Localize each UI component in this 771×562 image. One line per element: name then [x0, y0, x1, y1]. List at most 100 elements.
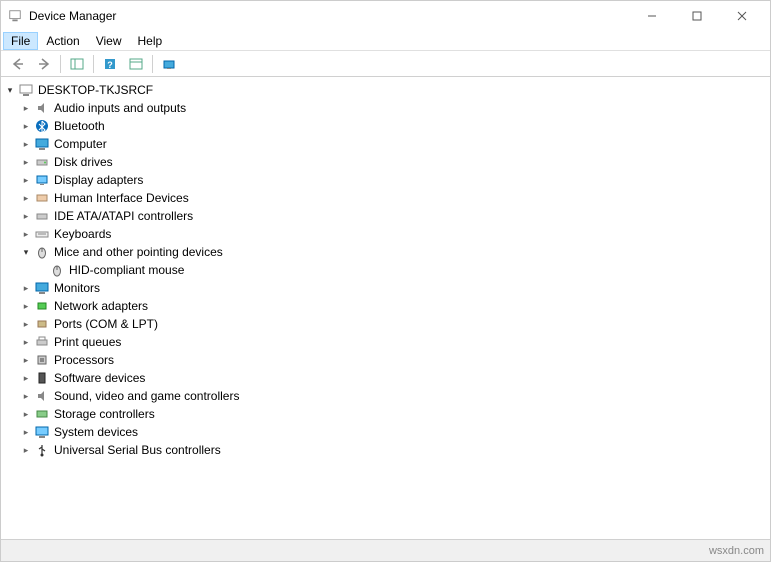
category-label: Display adapters — [54, 171, 143, 189]
statusbar: wsxdn.com — [1, 539, 770, 561]
window-controls — [629, 1, 764, 31]
close-button[interactable] — [719, 1, 764, 31]
collapse-arrow-icon[interactable]: ▸ — [19, 173, 33, 187]
system-icon — [34, 424, 50, 440]
properties-button[interactable] — [124, 53, 148, 75]
category-label: System devices — [54, 423, 138, 441]
collapse-arrow-icon[interactable]: ▸ — [19, 371, 33, 385]
separator — [93, 55, 94, 73]
collapse-arrow-icon[interactable]: ▸ — [19, 227, 33, 241]
category-label: IDE ATA/ATAPI controllers — [54, 207, 193, 225]
usb-icon — [34, 442, 50, 458]
collapse-arrow-icon[interactable]: ▸ — [19, 281, 33, 295]
svg-text:?: ? — [107, 60, 113, 70]
collapse-arrow-icon[interactable]: ▸ — [19, 389, 33, 403]
printer-icon — [34, 334, 50, 350]
toolbar: ? — [1, 51, 770, 77]
category-label: Keyboards — [54, 225, 111, 243]
hid-icon — [34, 190, 50, 206]
category-label: Human Interface Devices — [54, 189, 189, 207]
separator — [152, 55, 153, 73]
category-label: Network adapters — [54, 297, 148, 315]
mouse-icon — [49, 262, 65, 278]
collapse-arrow-icon[interactable]: ▸ — [19, 191, 33, 205]
menu-view[interactable]: View — [88, 32, 130, 50]
keyboard-icon — [34, 226, 50, 242]
monitor-icon — [34, 136, 50, 152]
storage-icon — [34, 406, 50, 422]
display-adapter-icon — [34, 172, 50, 188]
network-icon — [34, 298, 50, 314]
software-icon — [34, 370, 50, 386]
category-ports[interactable]: ▸ Ports (COM & LPT) — [3, 315, 768, 333]
category-audio[interactable]: ▸ Audio inputs and outputs — [3, 99, 768, 117]
category-keyboards[interactable]: ▸ Keyboards — [3, 225, 768, 243]
collapse-arrow-icon[interactable]: ▸ — [19, 209, 33, 223]
category-computer[interactable]: ▸ Computer — [3, 135, 768, 153]
category-ide[interactable]: ▸ IDE ATA/ATAPI controllers — [3, 207, 768, 225]
category-usb[interactable]: ▸ Universal Serial Bus controllers — [3, 441, 768, 459]
collapse-arrow-icon[interactable]: ▸ — [19, 299, 33, 313]
category-monitors[interactable]: ▸ Monitors — [3, 279, 768, 297]
expand-arrow-icon[interactable]: ▾ — [3, 83, 17, 97]
category-display[interactable]: ▸ Display adapters — [3, 171, 768, 189]
category-software[interactable]: ▸ Software devices — [3, 369, 768, 387]
category-label: Universal Serial Bus controllers — [54, 441, 221, 459]
category-label: Audio inputs and outputs — [54, 99, 186, 117]
titlebar: Device Manager — [1, 1, 770, 31]
category-storage[interactable]: ▸ Storage controllers — [3, 405, 768, 423]
category-network[interactable]: ▸ Network adapters — [3, 297, 768, 315]
category-system[interactable]: ▸ System devices — [3, 423, 768, 441]
menu-action[interactable]: Action — [38, 32, 87, 50]
category-printqueues[interactable]: ▸ Print queues — [3, 333, 768, 351]
monitor-icon — [34, 280, 50, 296]
category-processors[interactable]: ▸ Processors — [3, 351, 768, 369]
cpu-icon — [34, 352, 50, 368]
menubar: File Action View Help — [1, 31, 770, 51]
collapse-arrow-icon[interactable]: ▸ — [19, 425, 33, 439]
app-icon — [7, 8, 23, 24]
show-hide-console-button[interactable] — [65, 53, 89, 75]
collapse-arrow-icon[interactable]: ▸ — [19, 335, 33, 349]
computer-icon — [18, 82, 34, 98]
category-label: Ports (COM & LPT) — [54, 315, 158, 333]
collapse-arrow-icon[interactable]: ▸ — [19, 443, 33, 457]
device-tree[interactable]: ▾ DESKTOP-TKJSRCF ▸ Audio inputs and out… — [1, 77, 770, 539]
category-hid[interactable]: ▸ Human Interface Devices — [3, 189, 768, 207]
collapse-arrow-icon[interactable]: ▸ — [19, 353, 33, 367]
speaker-icon — [34, 388, 50, 404]
collapse-arrow-icon[interactable]: ▸ — [19, 101, 33, 115]
collapse-arrow-icon[interactable]: ▸ — [19, 407, 33, 421]
bluetooth-icon — [34, 118, 50, 134]
tree-root[interactable]: ▾ DESKTOP-TKJSRCF — [3, 81, 768, 99]
collapse-arrow-icon[interactable]: ▸ — [19, 317, 33, 331]
window-title: Device Manager — [29, 9, 629, 23]
collapse-arrow-icon[interactable]: ▸ — [19, 155, 33, 169]
root-label: DESKTOP-TKJSRCF — [38, 81, 153, 99]
collapse-arrow-icon[interactable]: ▸ — [19, 137, 33, 151]
category-label: Computer — [54, 135, 107, 153]
minimize-button[interactable] — [629, 1, 674, 31]
category-label: Bluetooth — [54, 117, 105, 135]
category-sound[interactable]: ▸ Sound, video and game controllers — [3, 387, 768, 405]
category-mice[interactable]: ▾ Mice and other pointing devices — [3, 243, 768, 261]
menu-file[interactable]: File — [3, 32, 38, 50]
back-button[interactable] — [6, 53, 30, 75]
ports-icon — [34, 316, 50, 332]
category-label: Mice and other pointing devices — [54, 243, 223, 261]
device-label: HID-compliant mouse — [69, 261, 184, 279]
collapse-arrow-icon[interactable]: ▸ — [19, 119, 33, 133]
menu-help[interactable]: Help — [130, 32, 171, 50]
forward-button[interactable] — [32, 53, 56, 75]
speaker-icon — [34, 100, 50, 116]
category-disk[interactable]: ▸ Disk drives — [3, 153, 768, 171]
separator — [60, 55, 61, 73]
category-label: Storage controllers — [54, 405, 155, 423]
mouse-icon — [34, 244, 50, 260]
maximize-button[interactable] — [674, 1, 719, 31]
help-button[interactable]: ? — [98, 53, 122, 75]
expand-arrow-icon[interactable]: ▾ — [19, 245, 33, 259]
category-bluetooth[interactable]: ▸ Bluetooth — [3, 117, 768, 135]
scan-hardware-button[interactable] — [157, 53, 181, 75]
device-hid-mouse[interactable]: HID-compliant mouse — [3, 261, 768, 279]
